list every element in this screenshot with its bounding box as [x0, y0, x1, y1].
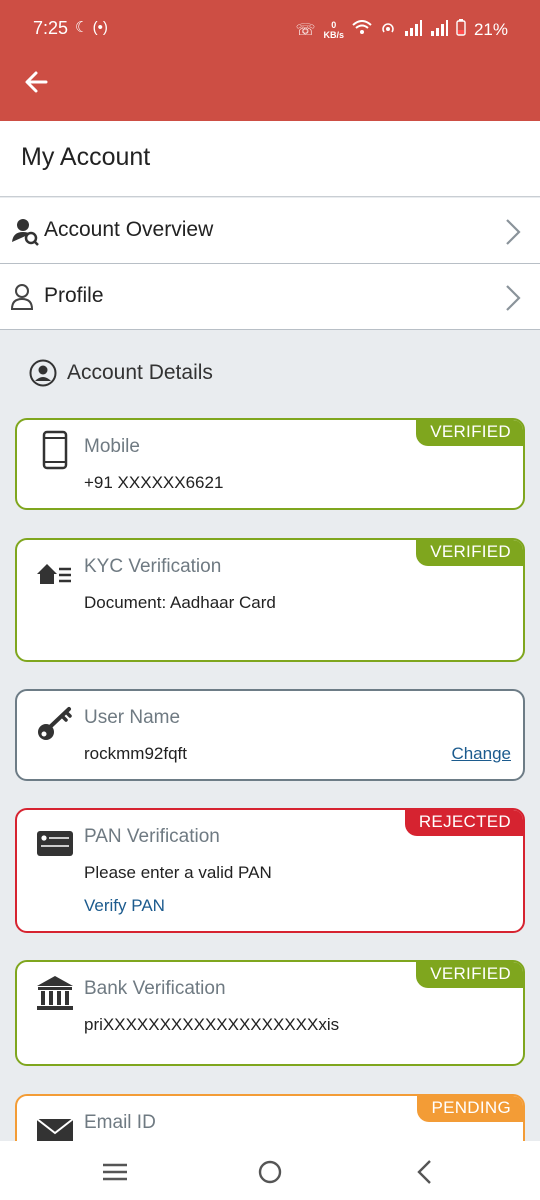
section-label: Account Details: [67, 361, 213, 384]
status-badge: VERIFIED: [416, 962, 523, 988]
bank-icon: [37, 976, 73, 1010]
signal-icon: [430, 19, 448, 41]
system-nav-bar: [0, 1141, 540, 1200]
home-icon[interactable]: [255, 1157, 285, 1187]
battery-icon: [456, 19, 466, 41]
account-overview-label: Account Overview: [44, 218, 214, 241]
status-bar: 7:25 ☾ (•) ☏ 0 KB/s 21%: [0, 0, 540, 56]
card-title: Mobile: [84, 436, 140, 457]
user-search-icon: [12, 219, 39, 246]
card-title: PAN Verification: [84, 826, 220, 847]
back-button[interactable]: [22, 66, 54, 98]
status-right-icons: ☏ 0 KB/s 21%: [295, 19, 508, 41]
username-card: User Name rockmm92fqft Change: [15, 689, 525, 781]
card-title: KYC Verification: [84, 556, 222, 577]
pan-card: REJECTED PAN Verification Please enter a…: [15, 808, 525, 933]
status-badge: VERIFIED: [416, 420, 523, 446]
signal-icon: [404, 19, 422, 41]
change-username-link[interactable]: Change: [451, 744, 511, 764]
profile-label: Profile: [44, 284, 104, 307]
account-details-heading: Account Details: [29, 356, 213, 390]
user-circle-icon: [29, 359, 57, 387]
chevron-right-icon: [506, 219, 521, 245]
mobile-card: VERIFIED Mobile +91 XXXXXX6621: [15, 418, 525, 510]
hotspot-icon: [380, 20, 396, 41]
status-badge: REJECTED: [404, 810, 523, 836]
verify-pan-link[interactable]: Verify PAN: [84, 896, 165, 916]
profile-row[interactable]: Profile: [0, 264, 540, 330]
card-title: User Name: [84, 707, 181, 728]
bank-account: priXXXXXXXXXXXXXXXXXXXxis: [84, 1015, 340, 1034]
page-title-bar: My Account: [0, 121, 540, 197]
card-title: Bank Verification: [84, 978, 226, 999]
status-badge: VERIFIED: [416, 540, 523, 566]
house-list-icon: [37, 564, 71, 584]
bank-card: VERIFIED Bank Verification priXXXXXXXXXX…: [15, 960, 525, 1066]
pan-message: Please enter a valid PAN: [84, 863, 272, 882]
net-speed: 0 KB/s: [323, 20, 344, 40]
battery-percent: 21%: [473, 20, 508, 39]
phone-icon: [42, 430, 68, 470]
user-icon: [10, 284, 34, 310]
kyc-document: Document: Aadhaar Card: [84, 593, 276, 612]
page-title: My Account: [21, 143, 151, 171]
call-icon: ☏: [295, 22, 316, 39]
net-speed-unit: KB/s: [323, 30, 344, 40]
username-value: rockmm92fqft: [84, 744, 187, 763]
arrow-left-icon: [25, 71, 48, 93]
mobile-number: +91 XXXXXX6621: [84, 473, 224, 492]
back-nav-icon[interactable]: [410, 1157, 440, 1187]
chevron-right-icon: [506, 285, 521, 311]
net-speed-value: 0: [331, 20, 337, 30]
status-time: 7:25: [33, 18, 69, 38]
card-title: Email ID: [84, 1112, 156, 1133]
account-overview-row[interactable]: Account Overview: [0, 198, 540, 264]
wifi-icon: [352, 19, 372, 41]
id-card-icon: [37, 831, 73, 856]
notification-icons: ☾ (•): [75, 19, 108, 36]
menu-icon[interactable]: [100, 1157, 130, 1187]
kyc-card: VERIFIED KYC Verification Document: Aadh…: [15, 538, 525, 662]
key-icon: [38, 707, 72, 740]
app-header: 7:25 ☾ (•) ☏ 0 KB/s 21%: [0, 0, 540, 121]
status-badge: PENDING: [417, 1096, 523, 1122]
